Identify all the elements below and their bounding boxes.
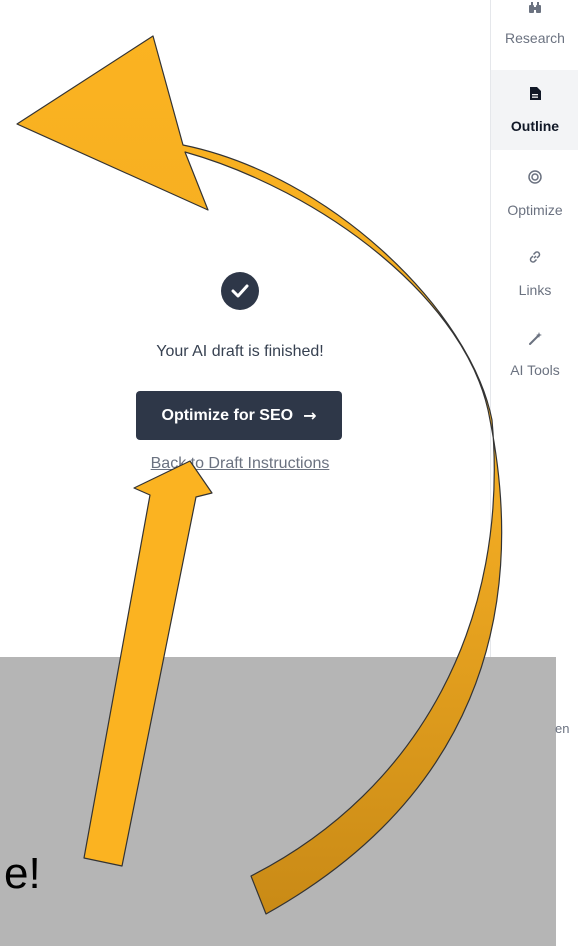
link-icon (491, 250, 578, 268)
optimize-button-label: Optimize for SEO (161, 406, 294, 424)
big-partial-text: e! (4, 849, 41, 898)
document-icon (491, 87, 578, 104)
sidebar-item-ai-tools[interactable]: AI Tools (491, 310, 578, 390)
sidebar-item-label: Links (518, 282, 552, 298)
gray-overlay-panel (0, 657, 556, 946)
sidebar-item-label: Optimize (507, 202, 563, 218)
sidebar-item-label: AI Tools (510, 362, 560, 378)
sidebar-item-outline[interactable]: Outline (491, 70, 578, 150)
sidebar-item-optimize[interactable]: Optimize (491, 150, 578, 230)
checkmark-circle-icon (221, 272, 259, 310)
sidebar-item-label: Research (505, 30, 565, 46)
draft-finished-message: Your AI draft is finished! (156, 343, 324, 360)
binoculars-icon (491, 2, 578, 18)
magic-wand-icon (491, 332, 578, 350)
sidebar-item-research[interactable]: Research (491, 0, 578, 72)
optimize-for-seo-button[interactable]: Optimize for SEO → (136, 391, 342, 440)
partial-side-text: en (555, 721, 570, 736)
arrow-right-icon: → (303, 406, 317, 425)
target-icon (491, 170, 578, 188)
back-to-draft-instructions-link[interactable]: Back to Draft Instructions (0, 455, 480, 473)
sidebar-item-label: Outline (510, 118, 560, 134)
main-content: Your AI draft is finished! Optimize for … (0, 0, 490, 657)
sidebar-item-links[interactable]: Links (491, 230, 578, 310)
